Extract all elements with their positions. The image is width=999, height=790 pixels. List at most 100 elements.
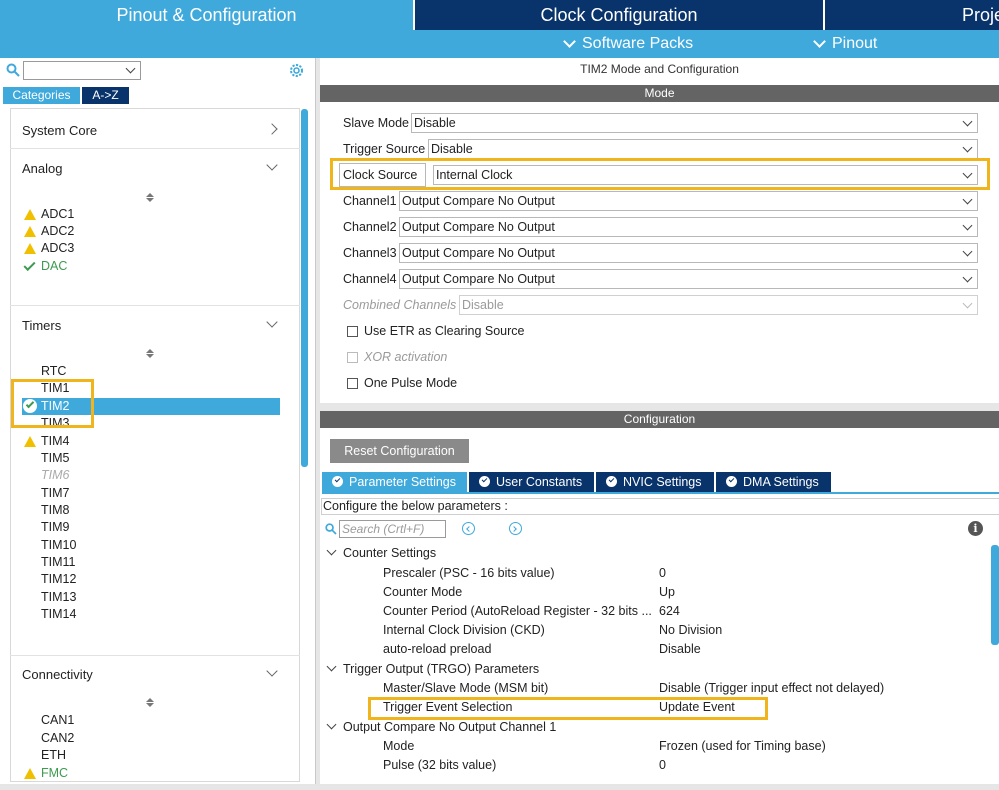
param-clock-division-value[interactable]: No Division	[659, 623, 722, 637]
previous-match-button[interactable]	[462, 522, 475, 535]
tab-nvic-settings[interactable]: NVIC Settings	[596, 472, 714, 492]
combined-channels-select[interactable]: Disable	[459, 295, 978, 315]
list-item-tim12[interactable]: TIM12	[41, 572, 76, 586]
group-analog[interactable]: Analog	[22, 161, 62, 176]
param-pulse-value[interactable]: 0	[659, 758, 666, 772]
param-auto-reload-value[interactable]: Disable	[659, 642, 701, 656]
combined-channels-value: Disable	[462, 298, 504, 312]
channel3-label: Channel3	[343, 246, 397, 260]
configure-text: Configure the below parameters :	[321, 498, 999, 515]
list-item-tim11[interactable]: TIM11	[41, 555, 76, 569]
channel3-value: Output Compare No Output	[402, 246, 555, 260]
group-connectivity[interactable]: Connectivity	[22, 667, 93, 682]
pinout-menu[interactable]: Pinout	[813, 30, 877, 58]
slave-mode-select[interactable]: Disable	[411, 113, 978, 133]
list-item-tim10[interactable]: TIM10	[41, 538, 76, 552]
software-packs-label: Software Packs	[582, 35, 694, 52]
list-item-tim14[interactable]: TIM14	[41, 607, 76, 621]
list-item-tim4[interactable]: TIM4	[41, 434, 69, 448]
etr-checkbox[interactable]	[347, 326, 358, 337]
sort-up-icon[interactable]	[146, 698, 154, 702]
channel4-select[interactable]: Output Compare No Output	[399, 269, 978, 289]
search-input[interactable]	[23, 61, 141, 80]
chevron-down-icon	[962, 246, 973, 257]
xor-checkbox[interactable]	[347, 352, 358, 363]
channel2-select[interactable]: Output Compare No Output	[399, 217, 978, 237]
divider	[10, 148, 300, 149]
tab-clock-configuration[interactable]: Clock Configuration	[415, 0, 823, 30]
list-item-tim9[interactable]: TIM9	[41, 520, 69, 534]
list-item-adc3[interactable]: ADC3	[41, 241, 74, 255]
panel-splitter[interactable]	[320, 403, 999, 411]
gear-icon[interactable]	[288, 62, 305, 79]
sort-down-icon[interactable]	[146, 198, 154, 202]
param-counter-period-value[interactable]: 624	[659, 604, 680, 618]
channel3-select[interactable]: Output Compare No Output	[399, 243, 978, 263]
param-counter-mode: Counter Mode	[383, 585, 463, 599]
one-pulse-checkbox[interactable]	[347, 378, 358, 389]
param-scrollbar[interactable]	[991, 545, 999, 645]
tab-dma-settings[interactable]: DMA Settings	[716, 472, 831, 492]
list-item-tim5[interactable]: TIM5	[41, 451, 69, 465]
sort-up-icon[interactable]	[146, 349, 154, 353]
list-item-rtc[interactable]: RTC	[41, 364, 66, 378]
chevron-down-icon	[962, 116, 973, 127]
list-item-dac[interactable]: DAC	[41, 259, 67, 273]
a-to-z-button[interactable]: A->Z	[82, 87, 129, 104]
tab-parameter-settings[interactable]: Parameter Settings	[322, 472, 467, 492]
list-item-tim8[interactable]: TIM8	[41, 503, 69, 517]
param-prescaler-value[interactable]: 0	[659, 566, 666, 580]
reset-configuration-button[interactable]: Reset Configuration	[330, 439, 469, 463]
channel4-value: Output Compare No Output	[402, 272, 555, 286]
channel1-select[interactable]: Output Compare No Output	[399, 191, 978, 211]
section-output-compare[interactable]: Output Compare No Output Channel 1	[343, 720, 556, 734]
list-item-tim6[interactable]: TIM6	[41, 468, 69, 482]
chevron-down-icon[interactable]	[125, 63, 136, 74]
list-item-eth[interactable]: ETH	[41, 748, 66, 762]
check-circle-icon	[726, 476, 737, 487]
list-item-can2[interactable]: CAN2	[41, 731, 74, 745]
info-icon[interactable]: i	[968, 521, 983, 536]
sort-up-icon[interactable]	[146, 193, 154, 197]
channel1-value: Output Compare No Output	[402, 194, 555, 208]
list-item-fmc[interactable]: FMC	[41, 766, 68, 780]
next-match-button[interactable]	[509, 522, 522, 535]
param-search-input[interactable]: Search (Crtl+F)	[339, 520, 446, 538]
list-item-can1[interactable]: CAN1	[41, 713, 74, 727]
chevron-down-icon	[962, 298, 973, 309]
tab-pinout-configuration[interactable]: Pinout & Configuration	[0, 0, 413, 30]
sort-down-icon[interactable]	[146, 703, 154, 707]
section-trgo-parameters[interactable]: Trigger Output (TRGO) Parameters	[343, 662, 539, 676]
tab-user-constants[interactable]: User Constants	[469, 472, 594, 492]
chevron-down-icon[interactable]	[326, 545, 337, 556]
search-icon[interactable]	[325, 523, 337, 535]
chevron-down-icon[interactable]	[326, 661, 337, 672]
list-item-tim7[interactable]: TIM7	[41, 486, 69, 500]
param-oc-mode-value[interactable]: Frozen (used for Timing base)	[659, 739, 826, 753]
bottom-edge	[0, 784, 999, 790]
sort-down-icon[interactable]	[146, 354, 154, 358]
highlight-box-tim2	[11, 379, 94, 428]
categories-button[interactable]: Categories	[3, 87, 80, 104]
search-icon[interactable]	[6, 63, 20, 77]
tab-project-manager[interactable]: Proje	[825, 0, 999, 30]
param-counter-mode-value[interactable]: Up	[659, 585, 675, 599]
list-item-adc2[interactable]: ADC2	[41, 224, 74, 238]
mode-header: Mode	[320, 85, 999, 102]
group-system-core[interactable]: System Core	[22, 123, 97, 138]
xor-label: XOR activation	[364, 350, 448, 364]
etr-label: Use ETR as Clearing Source	[364, 324, 525, 338]
tab-label: Proje	[962, 5, 999, 25]
list-item-tim13[interactable]: TIM13	[41, 590, 76, 604]
section-counter-settings[interactable]: Counter Settings	[343, 546, 436, 560]
tab-label: Parameter Settings	[349, 475, 456, 489]
param-msm-value[interactable]: Disable (Trigger input effect not delaye…	[659, 681, 884, 695]
group-timers[interactable]: Timers	[22, 318, 61, 333]
left-scrollbar[interactable]	[301, 109, 308, 467]
trigger-source-select[interactable]: Disable	[428, 139, 978, 159]
tab-underline	[322, 492, 999, 494]
divider	[10, 305, 300, 306]
list-item-adc1[interactable]: ADC1	[41, 207, 74, 221]
software-packs-menu[interactable]: Software Packs	[563, 30, 694, 58]
chevron-down-icon[interactable]	[326, 719, 337, 730]
